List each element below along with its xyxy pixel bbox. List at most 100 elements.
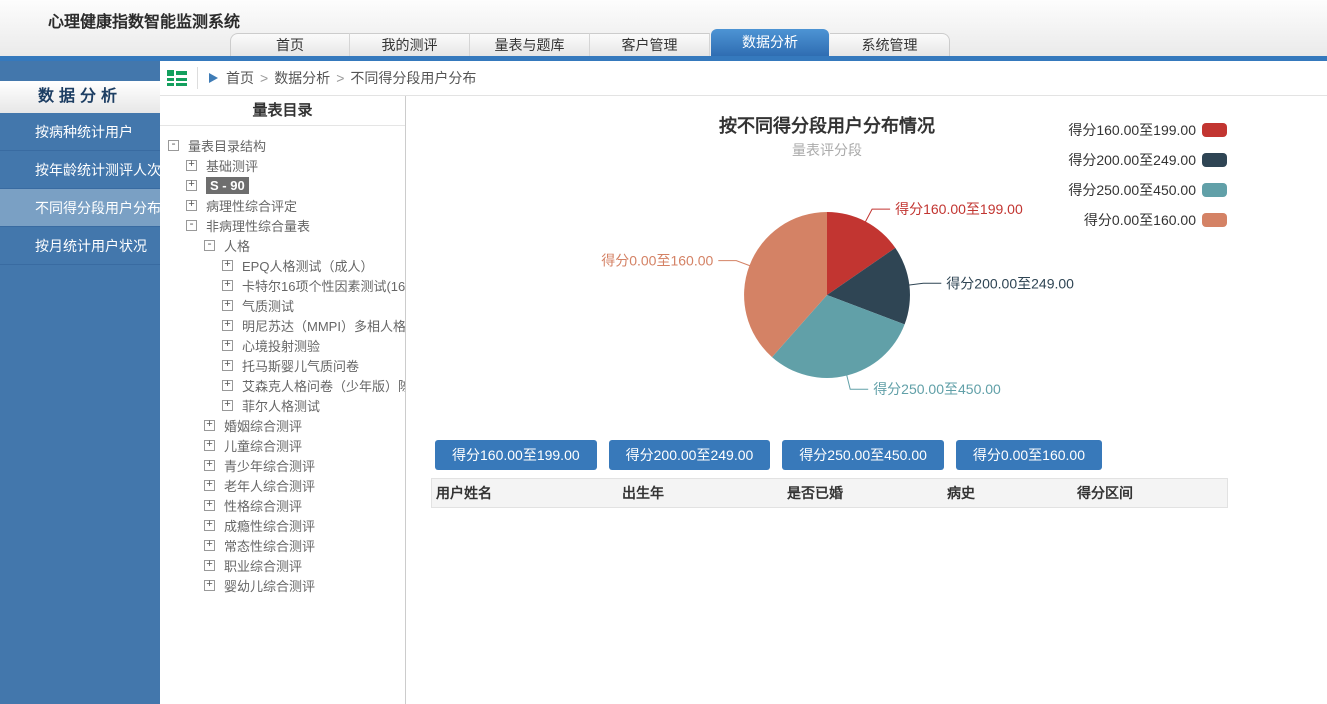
tree-node[interactable]: + 老年人综合测评 [160,475,405,495]
score-filter-button[interactable]: 得分250.00至450.00 [782,440,944,470]
legend-swatch-icon [1202,153,1227,167]
expand-icon[interactable]: + [204,580,215,591]
breadcrumb-separator: > [260,70,268,86]
legend-item[interactable]: 得分200.00至249.00 [1068,150,1227,170]
pie-label: 得分0.00至160.00 [601,253,713,269]
tree-node[interactable]: +明尼苏达（MMPI）多相人格测试 [160,315,405,335]
legend-item[interactable]: 得分250.00至450.00 [1068,180,1227,200]
pie-label-line [847,375,869,390]
expand-icon[interactable]: + [204,480,215,491]
expand-icon[interactable]: + [222,340,233,351]
tree-node-label: 婴幼儿综合测评 [224,576,315,595]
app-header: 心理健康指数智能监测系统 首页我的测评量表与题库客户管理数据分析系统管理 [0,0,1327,56]
breadcrumb-item: 不同得分段用户分布 [350,70,476,86]
expand-icon[interactable]: + [204,540,215,551]
score-filter-button[interactable]: 得分0.00至160.00 [956,440,1102,470]
tree-node-label: 基础测评 [206,156,258,175]
tree-node[interactable]: +EPQ人格测试（成人） [160,255,405,275]
breadcrumb-separator: > [336,70,344,86]
tree-node[interactable]: + 儿童综合测评 [160,435,405,455]
table-header-cell: 是否已婚 [783,483,943,503]
divider [197,67,198,89]
expand-icon[interactable]: + [204,500,215,511]
expand-icon[interactable]: + [222,280,233,291]
expand-icon[interactable]: + [186,160,197,171]
tree-node[interactable]: -量表目录结构 [160,135,405,155]
table-header-cell: 用户姓名 [432,483,618,503]
breadcrumb-item[interactable]: 首页 [226,70,254,86]
tree-node-label: 儿童综合测评 [224,436,302,455]
tree-node-label: 成瘾性综合测评 [224,516,315,535]
score-filter-button[interactable]: 得分160.00至199.00 [435,440,597,470]
pie-label-line [718,261,750,266]
tree-node[interactable]: -非病理性综合量表 [160,215,405,235]
scale-catalog-panel: 量表目录 -量表目录结构 + 基础测评 + S - 90+病理性综合评定-非病理性综合量… [160,96,406,704]
pie-label: 得分250.00至450.00 [873,381,1001,397]
expand-icon[interactable]: + [186,180,197,191]
expand-icon[interactable]: + [222,320,233,331]
tree-node[interactable]: +性格综合测评 [160,495,405,515]
legend-swatch-icon [1202,123,1227,137]
tree-node[interactable]: + 成瘾性综合测评 [160,515,405,535]
tree-node-label: 老年人综合测评 [224,476,315,495]
tree-node-label: 职业综合测评 [224,556,302,575]
tree-node[interactable]: + 基础测评 [160,155,405,175]
breadcrumb-item[interactable]: 数据分析 [274,70,330,86]
tree-node-label: 气质测试 [242,296,294,315]
table-header-cell: 出生年 [618,483,783,503]
pie-label-line [865,209,890,222]
nav-tab[interactable]: 系统管理 [830,33,950,56]
tree-node[interactable]: +青少年综合测评 [160,455,405,475]
expand-icon[interactable]: + [204,420,215,431]
breadcrumb: 首页 > 数据分析 > 不同得分段用户分布 [226,68,476,88]
tree-node[interactable]: +菲尔人格测试 [160,395,405,415]
pie-label-line [908,283,941,285]
nav-tab[interactable]: 数据分析 [711,29,829,56]
expand-icon[interactable]: + [204,460,215,471]
expand-icon[interactable]: + [222,260,233,271]
expand-icon[interactable]: + [204,440,215,451]
tree-node[interactable]: +婚姻综合测评 [160,415,405,435]
tree-node[interactable]: +托马斯婴儿气质问卷 [160,355,405,375]
legend-item[interactable]: 得分0.00至160.00 [1068,210,1227,230]
tree-node-label: S - 90 [206,177,249,194]
legend-item[interactable]: 得分160.00至199.00 [1068,120,1227,140]
expand-icon[interactable]: + [222,380,233,391]
expand-icon[interactable]: + [222,360,233,371]
sidebar-item[interactable]: 不同得分段用户分布 [0,189,160,227]
main-content: 按不同得分段用户分布情况 量表评分段 得分160.00至199.00得分200.… [407,96,1327,704]
collapse-icon[interactable]: - [168,140,179,151]
list-grid-icon[interactable] [166,68,188,88]
legend-swatch-icon [1202,183,1227,197]
tree-node[interactable]: +心境投射测验 [160,335,405,355]
legend-label: 得分0.00至160.00 [1084,210,1196,230]
expand-icon[interactable]: + [186,200,197,211]
tree-panel-title: 量表目录 [160,96,405,126]
tree-node[interactable]: + 婴幼儿综合测评 [160,575,405,595]
nav-tab[interactable]: 首页 [230,33,350,56]
nav-tab[interactable]: 客户管理 [590,33,710,56]
tree-node[interactable]: + 职业综合测评 [160,555,405,575]
score-filter-buttons: 得分160.00至199.00 得分200.00至249.00 得分250.00至4… [435,440,1102,470]
tree-node[interactable]: +艾森克人格问卷（少年版）陈仲 [160,375,405,395]
sidebar-item[interactable]: 按月统计用户状况 [0,227,160,265]
sidebar-item[interactable]: 按年龄统计测评人次 [0,151,160,189]
nav-tab[interactable]: 量表与题库 [470,33,590,56]
expand-icon[interactable]: + [204,560,215,571]
collapse-icon[interactable]: - [204,240,215,251]
score-filter-button[interactable]: 得分200.00至249.00 [609,440,771,470]
tree-node[interactable]: + 气质测试 [160,295,405,315]
legend-label: 得分250.00至450.00 [1068,180,1196,200]
tree-node[interactable]: +卡特尔16项个性因素测试(16PF [160,275,405,295]
tree-node[interactable]: -人格 [160,235,405,255]
nav-tab[interactable]: 我的测评 [350,33,470,56]
sidebar-item[interactable]: 按病种统计用户 [0,113,160,151]
tree-node[interactable]: +常态性综合测评 [160,535,405,555]
expand-icon[interactable]: + [204,520,215,531]
tree-node[interactable]: + S - 90 [160,175,405,195]
expand-icon[interactable]: + [222,400,233,411]
tree-node[interactable]: +病理性综合评定 [160,195,405,215]
expand-icon[interactable]: + [222,300,233,311]
nav-tabs: 首页我的测评量表与题库客户管理数据分析系统管理 [230,29,950,56]
collapse-icon[interactable]: - [186,220,197,231]
